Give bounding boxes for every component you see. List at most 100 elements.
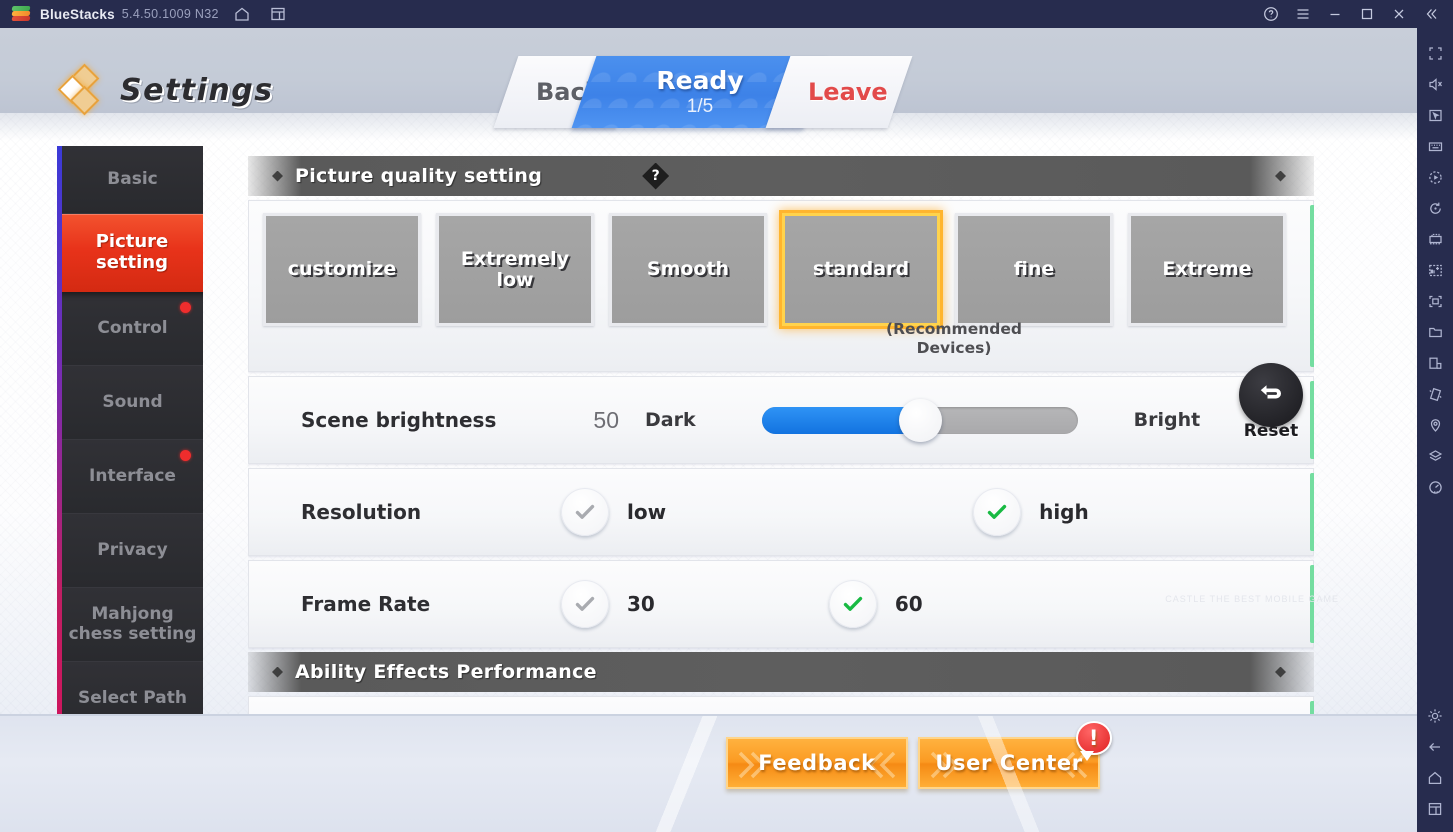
help-icon[interactable] [1255,0,1287,28]
preset-smooth[interactable]: Smooth [609,213,767,326]
bluestacks-titlebar: BlueStacks 5.4.50.1009 N32 [0,0,1453,28]
option-label: low [627,500,667,524]
settings-gear-icon[interactable] [1421,700,1449,731]
home-icon[interactable] [229,1,255,27]
leave-button[interactable]: Leave [765,56,913,128]
bluestacks-logo-icon [11,5,31,23]
feedback-button-label: Feedback [758,751,876,775]
macro-play-icon[interactable] [1421,162,1449,193]
close-icon[interactable] [1383,0,1415,28]
exclamation-icon: ! [1076,721,1112,755]
media-folder-icon[interactable] [1421,317,1449,348]
sync-icon[interactable] [1421,193,1449,224]
brightness-slider-fill [761,406,920,434]
window-controls [1255,0,1453,28]
nav-item-label: Privacy [97,539,168,560]
location-icon[interactable] [1421,410,1449,441]
option-label: 30 [627,592,655,616]
nav-item-basic[interactable]: Basic [62,146,203,214]
keyboard-icon[interactable] [1421,131,1449,162]
option-resolution-low[interactable]: low [561,488,666,536]
row-resolution: Resolution low high [248,468,1314,556]
page-title-group: Settings [57,63,274,116]
nav-item-mahjong-chess-setting[interactable]: Mahjong chess setting [62,588,203,662]
notification-dot [180,450,191,461]
nav-item-label: Control [97,317,168,338]
diamond-ornament-icon [272,170,283,182]
diamond-ornament-icon [1275,170,1286,182]
ready-label: Ready [656,66,744,95]
checkmark-icon[interactable] [973,488,1022,536]
brightness-min-label: Dark [645,409,696,431]
game-bottom-bar: Feedback User Center ! [0,714,1417,832]
nav-item-picture-setting[interactable]: Picture setting [62,214,203,292]
question-mark-icon[interactable]: ? [642,163,669,190]
page-title: Settings [120,72,274,108]
shake-icon[interactable] [1421,379,1449,410]
fullscreen-icon[interactable] [1421,38,1449,69]
home-icon[interactable] [1421,762,1449,793]
leave-button-label: Leave [808,78,888,106]
preset-row: customize Extremely low Smooth standard … [263,213,1299,326]
preset-label: Extremely low [460,247,570,291]
row-label: Frame Rate [301,592,431,616]
nav-item-label: Select Path [78,687,187,708]
checkmark-icon[interactable] [561,488,609,536]
nav-item-privacy[interactable]: Privacy [62,514,203,588]
preset-fine[interactable]: fine [955,213,1113,326]
brightness-slider-knob[interactable] [898,398,942,442]
row-label: Scene brightness [301,408,497,432]
nav-item-control[interactable]: Control [62,292,203,366]
maximize-icon[interactable] [1351,0,1383,28]
undo-arrow-icon [1260,385,1281,399]
option-resolution-high[interactable]: high [973,488,1089,536]
option-frame-rate-60[interactable]: 60 [828,580,923,628]
option-frame-rate-30[interactable]: 30 [561,580,655,628]
brightness-max-label: Bright [1133,409,1201,431]
row-scene-brightness: Scene brightness 50 Dark Bright Reset [248,363,1314,464]
brightness-slider[interactable] [761,398,1078,442]
mute-icon[interactable] [1421,69,1449,100]
settings-content: Picture quality setting ? customize Extr… [248,156,1314,741]
layers-icon[interactable] [1421,441,1449,472]
brightness-value: 50 [593,406,619,433]
diamond-ornament-icon [1275,666,1286,678]
recommended-devices-note: (Recommended Devices) [886,320,1022,358]
install-apk-icon[interactable] [1421,255,1449,286]
multi-instance-manager-icon[interactable] [1421,224,1449,255]
badge-label: ! [1088,725,1100,750]
multi-instance-icon[interactable] [265,1,291,27]
diamond-ornament-icon [272,666,283,678]
checkmark-icon[interactable] [828,580,877,628]
nav-item-label: Interface [89,465,176,486]
screenshot-icon[interactable] [1421,286,1449,317]
section-title: Ability Effects Performance [295,661,597,683]
preset-label: standard [812,258,910,281]
preset-extreme[interactable]: Extreme [1128,213,1286,326]
settings-nav: Basic Control Sound Interface Privacy Ma… [57,146,203,741]
reset-button[interactable] [1239,363,1303,427]
pointer-icon[interactable] [1421,100,1449,131]
user-center-alert-badge: ! [1076,721,1112,761]
nav-item-interface[interactable]: Interface [62,440,203,514]
preset-customize[interactable]: customize [263,213,421,326]
section-header-picture-quality: Picture quality setting ? [248,156,1314,196]
app-window-icon[interactable] [1421,348,1449,379]
feedback-button[interactable]: Feedback [726,737,908,789]
ready-count: 1/5 [686,96,714,117]
preset-standard[interactable]: standard [782,213,940,326]
collapse-sidebar-icon[interactable] [1415,0,1447,28]
nav-item-label: Sound [102,391,163,412]
reset-label: Reset [1243,421,1299,441]
user-center-button[interactable]: User Center ! [918,721,1112,789]
minimize-icon[interactable] [1319,0,1351,28]
back-icon[interactable] [1421,731,1449,762]
performance-icon[interactable] [1421,472,1449,503]
preset-extremely-low[interactable]: Extremely low [436,213,594,326]
menu-icon[interactable] [1287,0,1319,28]
user-center-button-label: User Center [935,751,1083,775]
nav-item-sound[interactable]: Sound [62,366,203,440]
recents-icon[interactable] [1421,793,1449,824]
picture-quality-panel: customize Extremely low Smooth standard … [248,200,1314,372]
checkmark-icon[interactable] [561,580,609,628]
